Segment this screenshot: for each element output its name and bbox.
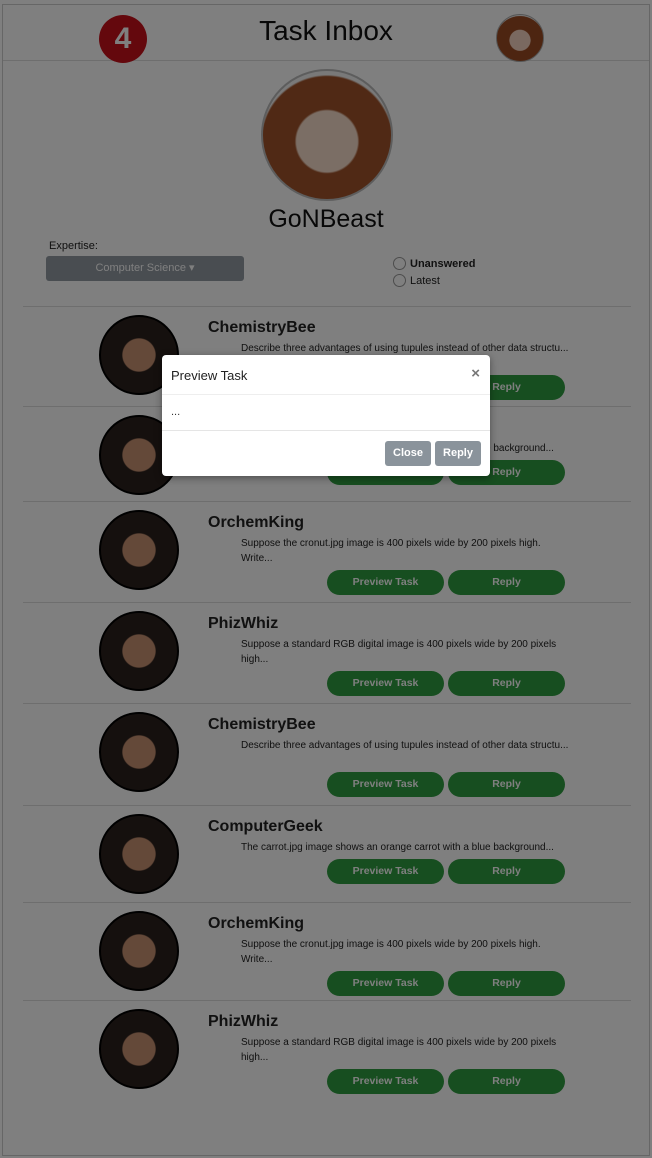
preview-task-modal: Preview Task × ... Close Reply [162, 355, 490, 476]
modal-header: Preview Task × [162, 355, 490, 395]
modal-footer: Close Reply [162, 431, 490, 476]
modal-close-button[interactable]: Close [385, 441, 431, 466]
modal-title: Preview Task [171, 368, 248, 383]
modal-body: ... [162, 395, 490, 431]
close-icon[interactable]: × [471, 365, 480, 382]
modal-backdrop[interactable] [0, 0, 652, 1158]
modal-reply-button[interactable]: Reply [435, 441, 481, 466]
